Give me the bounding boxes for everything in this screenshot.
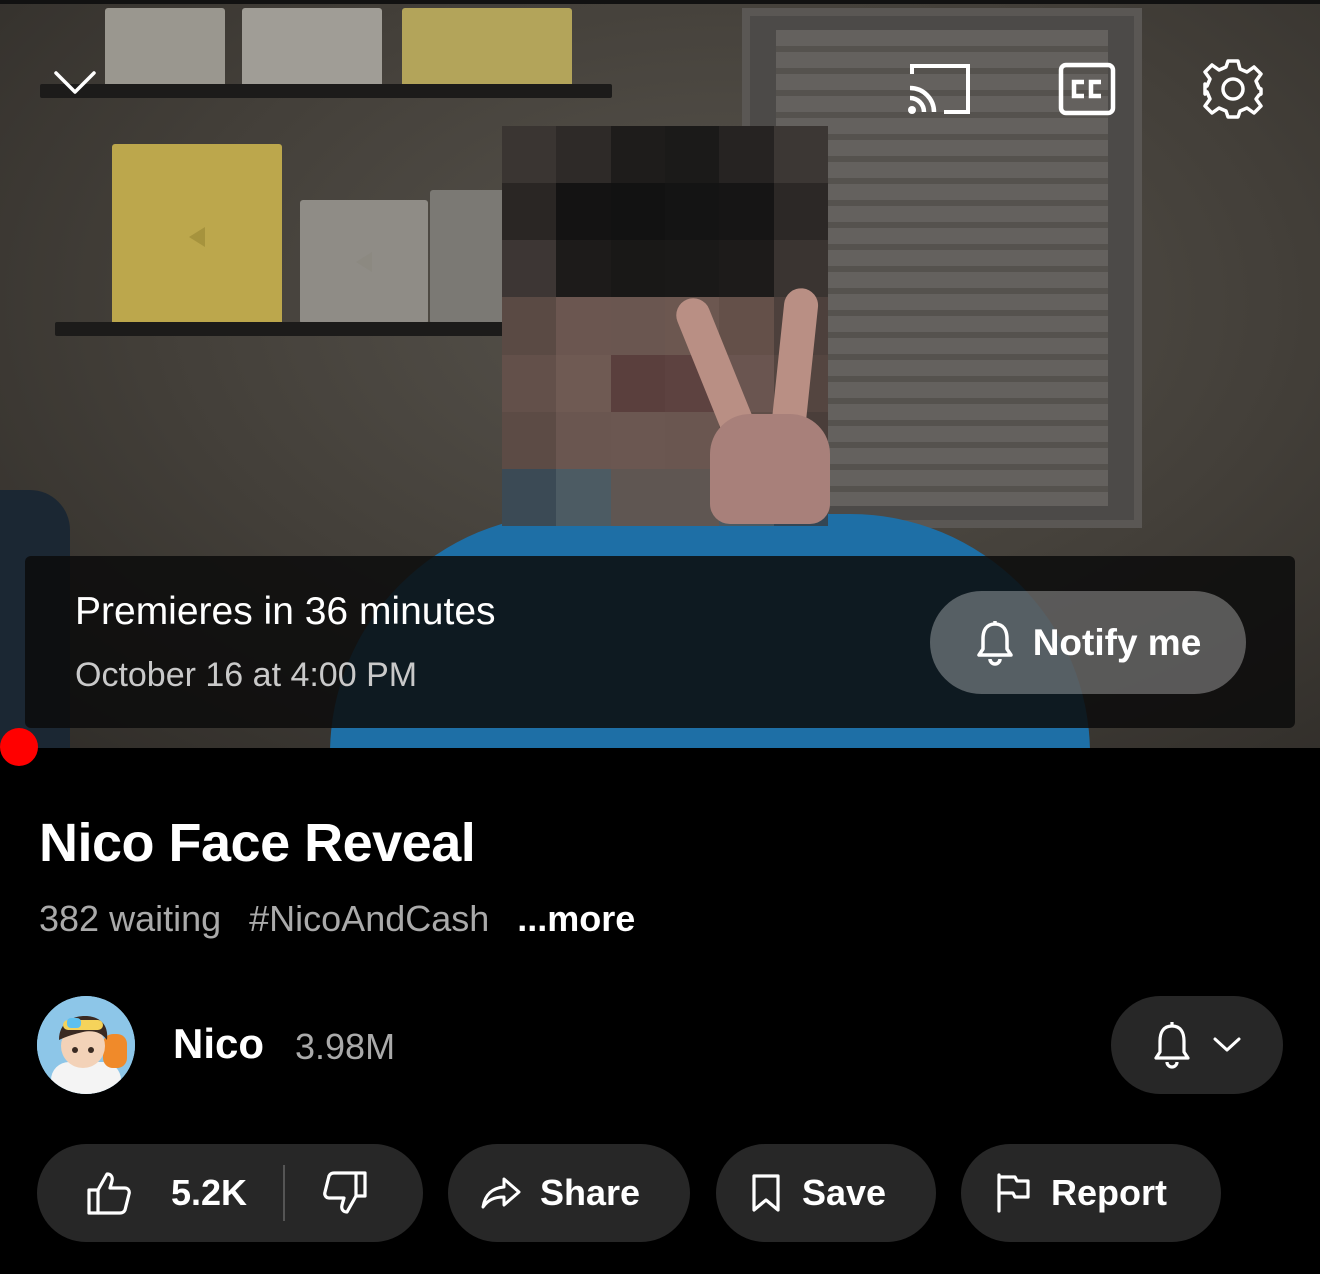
avatar-image [37,996,135,1094]
premiere-date: October 16 at 4:00 PM [75,656,418,694]
video-player[interactable]: Premieres in 36 minutes October 16 at 4:… [0,0,1320,748]
video-frame-shelf [40,84,612,98]
pixel-block [556,354,611,412]
notify-me-label: Notify me [1032,621,1202,663]
pixel-block [556,411,611,469]
pixel-block [556,468,611,526]
progress-scrubber[interactable] [0,728,38,766]
cast-icon [908,64,970,114]
pixel-block [556,126,611,184]
like-count: 5.2K [171,1172,248,1213]
settings-gear-icon [1203,59,1263,119]
bookmark-icon [752,1174,780,1212]
share-icon [481,1177,521,1209]
pixel-block [502,297,557,355]
pixel-block [610,297,665,355]
pixel-block [502,183,557,241]
pixel-block [610,126,665,184]
flag-icon [997,1173,1030,1213]
report-label: Report [1051,1172,1167,1213]
video-frame-plaque [105,8,225,88]
pixel-block [610,411,665,469]
pixel-block [610,240,665,298]
like-dislike-group: 5.2K [37,1144,423,1242]
pixel-block [556,240,611,298]
hashtag-link[interactable]: #NicoAndCash [249,898,489,940]
pixel-block [556,297,611,355]
pixel-block [719,126,774,184]
video-meta[interactable]: 382 waiting #NicoAndCash ...more [39,898,635,940]
pixel-block [664,126,720,184]
pixel-block [502,468,557,526]
pixel-block [610,354,665,412]
pixel-block [502,411,557,469]
pixel-block [610,468,665,526]
pixel-block [502,240,557,298]
bell-icon [976,620,1013,666]
chevron-down-icon [54,71,96,94]
video-frame-hand [671,286,840,524]
video-frame-plaque [402,8,572,88]
share-label: Share [540,1172,641,1213]
cast-button[interactable] [904,60,974,118]
captions-button[interactable] [1056,60,1118,118]
pixel-block [773,183,828,241]
save-label: Save [802,1172,887,1213]
video-frame-plaque [242,8,382,88]
pixel-block [502,126,557,184]
thumbs-down-icon [323,1171,367,1214]
pixel-block [719,240,774,298]
more-description-link[interactable]: ...more [517,898,635,940]
subscriber-count: 3.98M [295,1026,396,1067]
closed-captions-icon [1058,62,1116,116]
share-button[interactable]: Share [448,1144,690,1242]
bell-icon [1154,1022,1190,1069]
notification-settings-button[interactable] [1111,996,1283,1094]
like-button[interactable]: 5.2K [37,1144,247,1242]
video-title: Nico Face Reveal [39,813,476,873]
pixel-block [719,183,774,241]
chevron-down-icon [1213,1037,1241,1052]
pixel-block [664,183,720,241]
pixel-block [502,354,557,412]
channel-name[interactable]: Nico [173,1020,264,1068]
pixel-block [556,183,611,241]
dislike-button[interactable] [285,1144,369,1242]
settings-button[interactable] [1200,56,1266,122]
channel-avatar[interactable] [37,996,135,1094]
waiting-count: 382 waiting [39,898,222,939]
minimize-button[interactable] [48,56,102,110]
premiere-countdown: Premieres in 36 minutes [75,590,496,633]
channel-row: Nico 3.98M [37,996,1283,1094]
thumbs-up-icon [87,1172,131,1215]
pixel-block [773,126,828,184]
save-button[interactable]: Save [716,1144,936,1242]
pixel-block [664,240,720,298]
pixel-block [610,183,665,241]
video-frame-plaque [112,144,282,329]
notify-me-button[interactable]: Notify me [930,591,1246,694]
report-button[interactable]: Report [961,1144,1221,1242]
premiere-banner: Premieres in 36 minutes October 16 at 4:… [25,556,1295,728]
